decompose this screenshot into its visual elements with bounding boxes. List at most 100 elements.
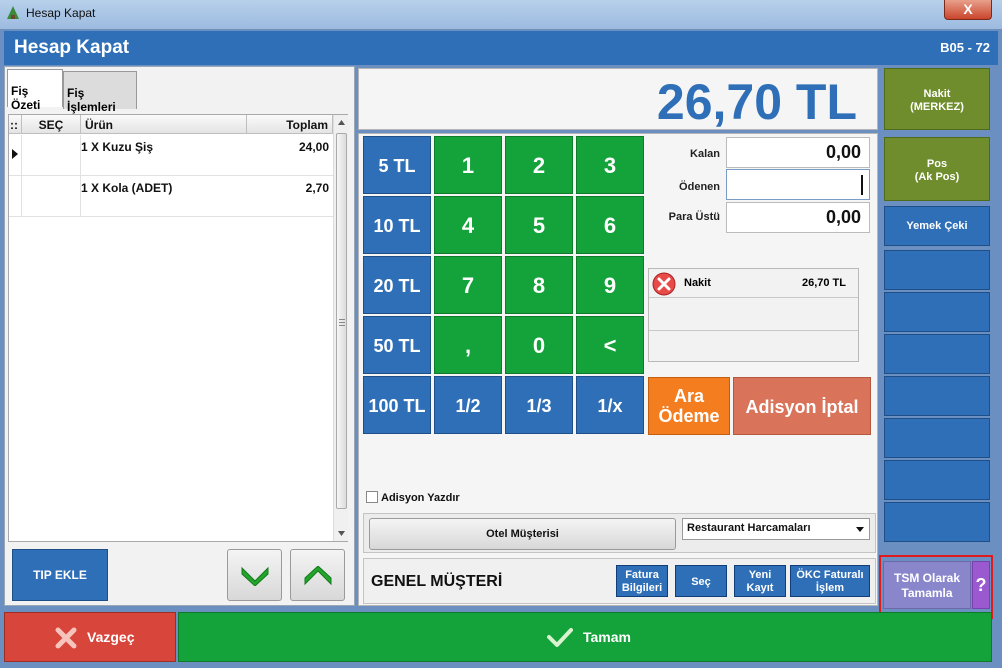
tab-fis-ozeti[interactable]: Fiş Özeti [7, 69, 63, 112]
close-button[interactable]: X [944, 0, 992, 20]
table-code: B05 - 72 [940, 40, 990, 55]
window-title: Hesap Kapat [26, 6, 96, 20]
nakit-merkez-button[interactable]: Nakit (MERKEZ) [884, 68, 990, 130]
table-row[interactable]: 1 X Kuzu Şiş 24,00 [9, 135, 333, 176]
grid-scrollbar[interactable] [333, 115, 348, 541]
row-divider [21, 176, 22, 217]
payment-type: Nakit [684, 277, 711, 289]
para-ustu-field[interactable]: 0,00 [726, 202, 870, 233]
ara-odeme-button[interactable]: Ara Ödeme [648, 377, 730, 435]
cancel-x-icon [55, 627, 77, 649]
remove-payment-icon[interactable] [652, 272, 676, 296]
help-button[interactable]: ? [972, 561, 990, 609]
okc-faturali-islem-button[interactable]: ÖKC Faturalı İşlem [790, 565, 870, 597]
app-icon [7, 6, 19, 19]
money-5tl-button[interactable]: 5 TL [363, 136, 431, 194]
move-up-button[interactable] [290, 549, 345, 601]
payment-slot-button[interactable] [884, 418, 990, 458]
chevron-down-icon [241, 566, 269, 586]
digit-7-button[interactable]: 7 [434, 256, 502, 314]
tip-ekle-button[interactable]: TIP EKLE [12, 549, 108, 601]
payment-slot-button[interactable] [884, 502, 990, 542]
grid-header-toplam[interactable]: Toplam [247, 115, 333, 134]
payment-slot-button[interactable] [884, 292, 990, 332]
money-20tl-button[interactable]: 20 TL [363, 256, 431, 314]
kalan-field[interactable]: 0,00 [726, 137, 870, 168]
digit-1-button[interactable]: 1 [434, 136, 502, 194]
money-100tl-button[interactable]: 100 TL [363, 376, 431, 434]
row-divider [21, 135, 22, 176]
pos-line1: Pos [926, 158, 948, 170]
digit-4-button[interactable]: 4 [434, 196, 502, 254]
tamam-label: Tamam [583, 629, 631, 645]
digit-0-button[interactable]: 0 [505, 316, 573, 374]
order-grid: :: SEÇ Ürün Toplam 1 X Kuzu Şiş 24,00 1 … [8, 114, 348, 542]
vazgec-label: Vazgeç [87, 629, 135, 645]
comma-button[interactable]: , [434, 316, 502, 374]
money-10tl-button[interactable]: 10 TL [363, 196, 431, 254]
list-divider [649, 330, 858, 331]
harcama-select[interactable]: Restaurant Harcamaları [682, 518, 870, 540]
row-toplam: 24,00 [298, 140, 329, 154]
backspace-button[interactable]: < [576, 316, 644, 374]
scroll-up-icon[interactable] [338, 120, 345, 125]
grid-header-sec[interactable]: SEÇ [22, 115, 81, 134]
adisyon-iptal-button[interactable]: Adisyon İptal [733, 377, 871, 435]
adisyon-yazdir-checkbox[interactable] [366, 491, 378, 503]
payment-slot-button[interactable] [884, 460, 990, 500]
list-item[interactable]: Nakit 26,70 TL [649, 269, 858, 298]
table-row[interactable]: 1 X Kola (ADET) 2,70 [9, 176, 333, 217]
digit-3-button[interactable]: 3 [576, 136, 644, 194]
move-down-button[interactable] [227, 549, 282, 601]
otel-musterisi-button[interactable]: Otel Müşterisi [369, 518, 676, 550]
digit-9-button[interactable]: 9 [576, 256, 644, 314]
scroll-down-icon[interactable] [338, 531, 345, 536]
grid-header-urun[interactable]: Ürün [81, 115, 247, 134]
left-button-area: TIP EKLE [8, 545, 348, 605]
payment-amount: 26,70 TL [801, 277, 846, 289]
okc-line1: ÖKC Faturalı [796, 569, 864, 581]
pos-ak-pos-button[interactable]: Pos (Ak Pos) [884, 137, 990, 201]
digit-2-button[interactable]: 2 [505, 136, 573, 194]
tsm-line2: Tamamla [901, 586, 953, 600]
tsm-tamamla-button[interactable]: TSM Olarak Tamamla [883, 561, 971, 609]
row-urun: 1 X Kola (ADET) [81, 181, 173, 195]
digit-6-button[interactable]: 6 [576, 196, 644, 254]
harcama-select-value: Restaurant Harcamaları [687, 522, 811, 534]
customer-name: GENEL MÜŞTERİ [371, 573, 503, 590]
chevron-up-icon [304, 566, 332, 586]
sec-button[interactable]: Seç [675, 565, 727, 597]
row-urun: 1 X Kuzu Şiş [81, 140, 154, 154]
tsm-line1: TSM Olarak [893, 571, 961, 585]
yeni-kayit-button[interactable]: Yeni Kayıt [734, 565, 786, 597]
ara-odeme-line2: Ödeme [658, 406, 720, 426]
odenen-field[interactable] [726, 169, 870, 200]
payment-slot-button[interactable] [884, 250, 990, 290]
page-header: Hesap Kapat B05 - 72 [4, 31, 998, 65]
payment-slot-button[interactable] [884, 376, 990, 416]
digit-8-button[interactable]: 8 [505, 256, 573, 314]
row-pointer-icon [12, 149, 18, 159]
half-button[interactable]: 1/2 [434, 376, 502, 434]
window-titlebar: Hesap Kapat X [0, 0, 1002, 30]
odenen-label: Ödenen [679, 181, 720, 193]
vazgec-button[interactable]: Vazgeç [4, 612, 176, 662]
yeni-line1: Yeni [748, 569, 772, 581]
nakit-line2: (MERKEZ) [910, 101, 964, 113]
fatura-line2: Bilgileri [621, 582, 663, 594]
para-ustu-label: Para Üstü [668, 211, 720, 223]
money-50tl-button[interactable]: 50 TL [363, 316, 431, 374]
one-over-x-button[interactable]: 1/x [576, 376, 644, 434]
third-button[interactable]: 1/3 [505, 376, 573, 434]
fatura-bilgileri-button[interactable]: Fatura Bilgileri [616, 565, 668, 597]
payment-slot-button[interactable] [884, 334, 990, 374]
tab-fis-islemleri[interactable]: Fiş İşlemleri [63, 71, 137, 114]
amount-display: 26,70 TL [358, 68, 878, 130]
tamam-button[interactable]: Tamam [178, 612, 992, 662]
yemek-ceki-button[interactable]: Yemek Çeki [884, 206, 990, 246]
pos-line2: (Ak Pos) [914, 171, 960, 183]
total-amount: 26,70 TL [656, 74, 857, 130]
okc-line2: İşlem [815, 582, 845, 594]
digit-5-button[interactable]: 5 [505, 196, 573, 254]
scroll-thumb[interactable] [336, 133, 347, 509]
